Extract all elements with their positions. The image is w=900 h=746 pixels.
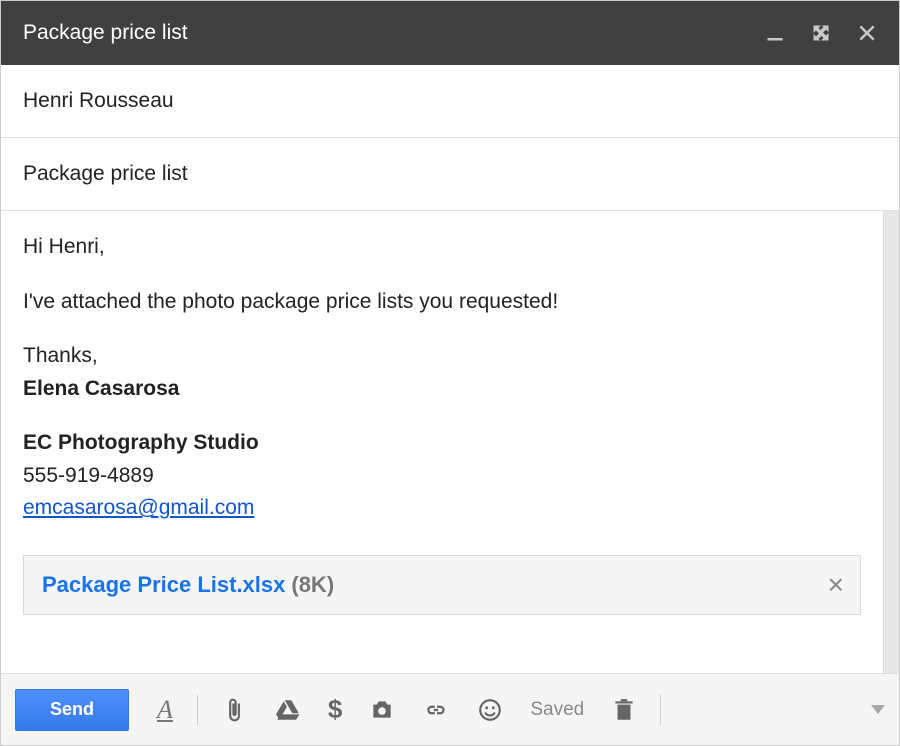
emoji-icon[interactable] xyxy=(476,696,504,724)
toolbar-divider-2 xyxy=(660,695,661,725)
body-sender-name: Elena Casarosa xyxy=(23,373,861,406)
saved-label: Saved xyxy=(530,699,584,721)
attach-file-icon[interactable] xyxy=(220,696,248,724)
attachment-chip[interactable]: Package Price List.xlsx (8K) × xyxy=(23,555,861,615)
link-icon[interactable] xyxy=(422,696,450,724)
scrollbar[interactable] xyxy=(883,211,899,673)
titlebar: Package price list xyxy=(1,1,899,65)
body-greeting: Hi Henri, xyxy=(23,231,861,264)
formatting-icon[interactable]: A xyxy=(155,697,175,723)
close-icon[interactable] xyxy=(857,23,877,43)
body-thanks: Thanks, xyxy=(23,340,861,373)
body-line: I've attached the photo package price li… xyxy=(23,286,861,319)
body-phone: 555-919-4889 xyxy=(23,460,861,493)
attachment-size: (8K) xyxy=(291,568,334,602)
attachment-remove-icon[interactable]: × xyxy=(828,571,844,599)
money-icon[interactable]: $ xyxy=(328,694,342,725)
subject-value: Package price list xyxy=(23,162,188,186)
body-studio: EC Photography Studio xyxy=(23,427,861,460)
trash-icon[interactable] xyxy=(610,696,638,724)
attachment-name: Package Price List.xlsx xyxy=(42,568,285,602)
send-button[interactable]: Send xyxy=(15,689,129,731)
to-value: Henri Rousseau xyxy=(23,89,174,113)
body-area: Hi Henri, I've attached the photo packag… xyxy=(1,211,899,673)
drive-icon[interactable] xyxy=(274,696,302,724)
toolbar-divider xyxy=(197,695,198,725)
bottom-toolbar: Send A $ Saved xyxy=(1,673,899,745)
window-title: Package price list xyxy=(23,21,765,45)
minimize-icon[interactable] xyxy=(765,23,785,43)
message-body[interactable]: Hi Henri, I've attached the photo packag… xyxy=(1,211,883,673)
window-controls xyxy=(765,23,877,43)
camera-icon[interactable] xyxy=(368,696,396,724)
subject-field[interactable]: Package price list xyxy=(1,138,899,211)
fullscreen-icon[interactable] xyxy=(811,23,831,43)
more-options-icon[interactable] xyxy=(871,705,885,714)
body-email-link[interactable]: emcasarosa@gmail.com xyxy=(23,496,254,519)
to-field[interactable]: Henri Rousseau xyxy=(1,65,899,138)
compose-window: Package price list Henri Rousseau Packag… xyxy=(0,0,900,746)
